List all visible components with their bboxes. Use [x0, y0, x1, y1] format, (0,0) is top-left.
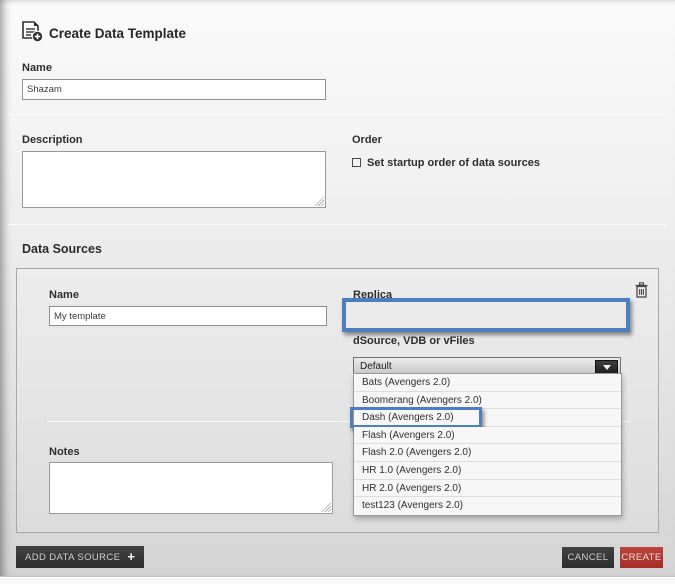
add-data-source-button[interactable]: ADD DATA SOURCE + — [16, 546, 144, 568]
description-field-wrap — [22, 151, 326, 208]
replica-annotation-box — [342, 298, 630, 332]
dsource-label: dSource, VDB or vFiles — [353, 335, 475, 347]
dsource-option[interactable]: Bats (Avengers 2.0) — [354, 374, 621, 392]
startup-order-checkbox-label: Set startup order of data sources — [367, 157, 540, 169]
data-sources-heading: Data Sources — [22, 242, 102, 256]
divider — [8, 224, 667, 225]
resize-grip-icon[interactable] — [315, 197, 324, 206]
modal-surface: Create Data Template Name Description Or… — [0, 0, 675, 577]
notes-label: Notes — [49, 446, 80, 458]
replica-dropdown-arrow-icon[interactable] — [595, 360, 618, 374]
dsource-option[interactable]: HR 1.0 (Avengers 2.0) — [354, 462, 621, 480]
order-label: Order — [352, 134, 382, 146]
dsource-option[interactable]: test123 (Avengers 2.0) — [354, 497, 621, 515]
create-template-icon — [20, 21, 44, 43]
data-source-card: Name Notes Replica Default dSource, VDB … — [16, 268, 659, 533]
plus-icon: + — [127, 552, 135, 562]
page-title: Create Data Template — [49, 26, 186, 41]
description-textarea[interactable] — [23, 152, 325, 207]
name-label: Name — [22, 62, 52, 74]
create-data-template-dialog: Create Data Template Name Description Or… — [0, 0, 675, 586]
notes-field-wrap — [49, 462, 333, 514]
dsource-option[interactable]: HR 2.0 (Avengers 2.0) — [354, 480, 621, 498]
dsource-option[interactable]: Flash 2.0 (Avengers 2.0) — [354, 444, 621, 462]
source-name-label: Name — [49, 289, 79, 301]
dsource-option[interactable]: Dash (Avengers 2.0) — [354, 409, 621, 427]
startup-order-checkbox[interactable] — [352, 158, 361, 167]
create-button[interactable]: CREATE — [620, 547, 663, 568]
source-name-input[interactable] — [49, 306, 327, 326]
notes-textarea[interactable] — [50, 463, 332, 513]
page-background-strip — [0, 578, 675, 586]
cancel-button[interactable]: CANCEL — [562, 547, 614, 568]
add-data-source-label: ADD DATA SOURCE — [25, 552, 120, 563]
description-label: Description — [22, 134, 83, 146]
divider — [8, 114, 667, 115]
delete-data-source-icon[interactable] — [635, 282, 648, 303]
replica-selected-value: Default — [360, 361, 392, 372]
dsource-option[interactable]: Flash (Avengers 2.0) — [354, 427, 621, 445]
dsource-options-list: Bats (Avengers 2.0)Boomerang (Avengers 2… — [353, 373, 622, 516]
template-name-input[interactable] — [22, 79, 326, 100]
resize-grip-icon[interactable] — [322, 503, 331, 512]
